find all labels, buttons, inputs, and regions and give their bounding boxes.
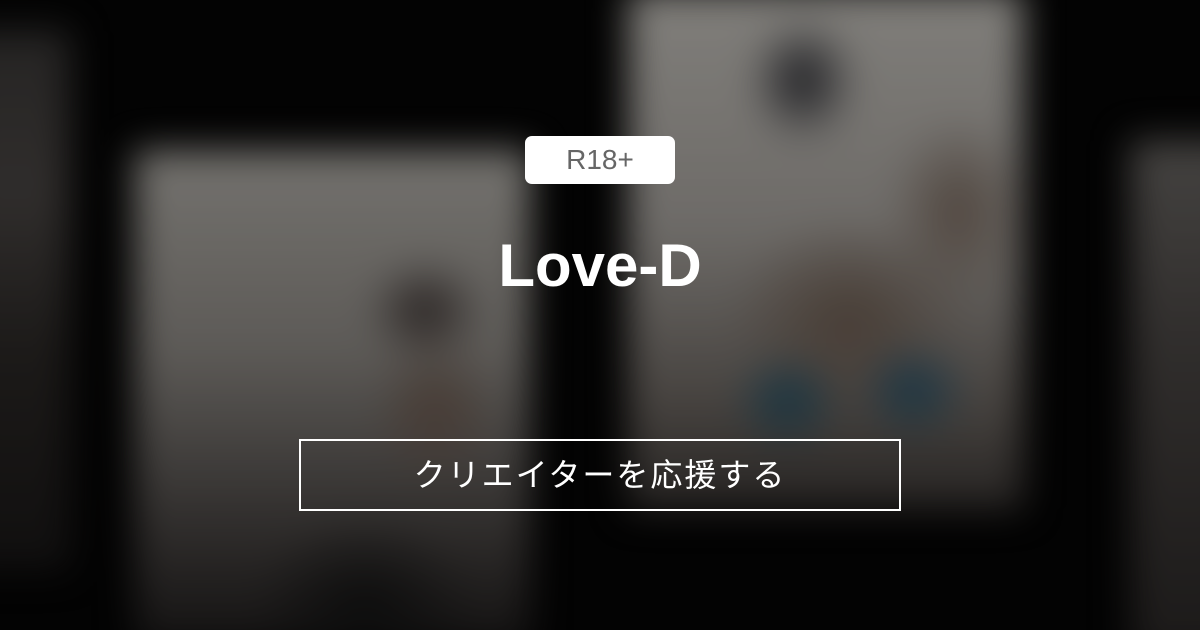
- card-content: R18+ Love-D クリエイターを応援する: [0, 0, 1200, 630]
- age-rating-badge: R18+: [525, 136, 675, 184]
- og-card: R18+ Love-D クリエイターを応援する: [0, 0, 1200, 630]
- creator-name: Love-D: [498, 232, 702, 299]
- support-creator-button[interactable]: クリエイターを応援する: [299, 439, 901, 511]
